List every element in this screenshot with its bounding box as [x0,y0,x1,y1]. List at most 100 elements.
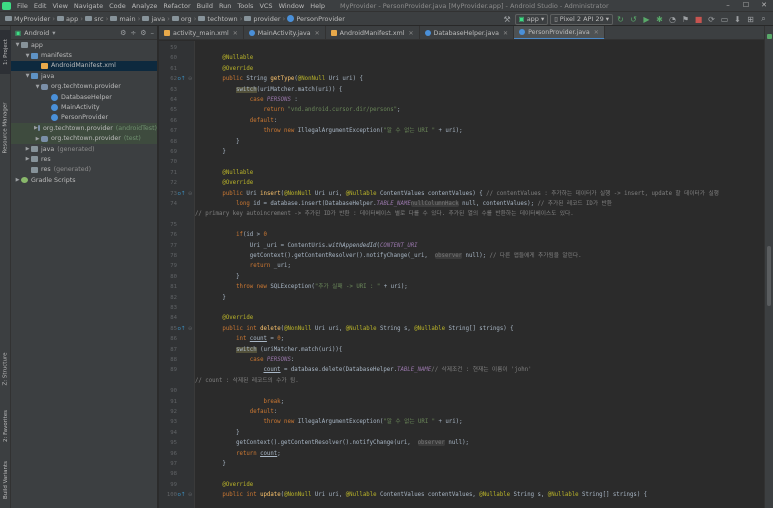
breadcrumb-item[interactable]: src [83,15,106,23]
close-button[interactable]: ✕ [755,0,773,11]
breadcrumb-item[interactable]: org [170,15,194,23]
editor-scrollbar[interactable] [767,76,771,508]
breadcrumb-item[interactable]: MyProvider [3,15,52,23]
line-number: 99 [170,481,177,488]
chevron-down-icon[interactable]: ▼ [24,53,31,59]
chevron-down-icon[interactable]: ▼ [24,73,31,79]
tree-item[interactable]: res (generated) [11,165,157,175]
breadcrumb-item[interactable]: provider [242,15,282,23]
breadcrumb-item[interactable]: PersonProvider [285,15,347,23]
sync-gradle-icon[interactable]: ⟳ [706,14,717,25]
fold-icon[interactable]: ⊖ [188,490,193,500]
tab-personprovider-java[interactable]: PersonProvider.java ✕ [514,26,605,39]
chevron-down-icon[interactable]: ▼ [14,42,21,48]
chevron-right-icon[interactable]: ▶ [24,156,31,162]
apply-code-changes-icon[interactable]: ↺ [628,14,639,25]
tab-build-variants[interactable]: Build Variants [0,456,11,504]
menu-file[interactable]: File [14,2,31,10]
chevron-down-icon[interactable]: ▾ [52,29,55,37]
tree-item[interactable]: AndroidManifest.xml [11,60,157,72]
chevron-down-icon[interactable]: ▼ [34,84,41,90]
minimize-button[interactable]: – [719,0,737,11]
menu-window[interactable]: Window [276,2,308,10]
stop-icon[interactable]: ■ [693,14,704,25]
chevron-right-icon[interactable]: ▶ [14,177,21,183]
chevron-right-icon[interactable]: ▶ [34,136,41,142]
menu-refactor[interactable]: Refactor [160,2,193,10]
profile-icon[interactable]: ◔ [667,14,678,25]
run-config-dropdown[interactable]: ▣ app ▾ [514,13,549,25]
chevron-right-icon[interactable]: ▶ [24,146,31,152]
close-tab-icon[interactable]: ✕ [503,30,508,37]
tab-androidmanifest-xml[interactable]: AndroidManifest.xml ✕ [326,26,420,39]
hide-icon[interactable]: – [151,29,155,37]
menu-view[interactable]: View [49,2,70,10]
maximize-button[interactable]: ☐ [737,0,755,11]
tab-resource-manager[interactable]: Resource Manager [0,96,11,160]
menu-navigate[interactable]: Navigate [71,2,106,10]
gear-icon[interactable]: ⚙ [120,29,126,37]
tab-favorites[interactable]: 2: Favorites [0,401,11,451]
layout-inspector-icon[interactable]: ⊞ [745,14,756,25]
settings-icon[interactable]: ⚙ [140,29,146,37]
tab-activity-main-xml[interactable]: activity_main.xml ✕ [159,26,244,39]
menu-edit[interactable]: Edit [31,2,50,10]
tree-item[interactable]: ▼ app [11,40,157,50]
override-marker-icon[interactable]: o↑ [177,74,186,84]
override-marker-icon[interactable]: o↑ [177,324,186,334]
tree-item[interactable]: ▼ java [11,71,157,81]
menu-analyze[interactable]: Analyze [129,2,161,10]
avd-manager-icon[interactable]: ▭ [719,14,730,25]
debug-icon[interactable]: ✱ [654,14,665,25]
fold-icon[interactable]: ⊖ [188,189,193,199]
close-tab-icon[interactable]: ✕ [594,29,599,36]
menu-code[interactable]: Code [106,2,129,10]
breadcrumb-item[interactable]: main [108,15,137,23]
override-marker-icon[interactable]: o↑ [177,189,186,199]
close-tab-icon[interactable]: ✕ [233,30,238,37]
apply-changes-icon[interactable]: ↻ [615,14,626,25]
breadcrumb-item[interactable]: app [55,15,80,23]
tree-item[interactable]: ▼ manifests [11,50,157,60]
run-icon[interactable]: ▶ [641,14,652,25]
menu-help[interactable]: Help [307,2,328,10]
tree-item[interactable]: PersonProvider [11,113,157,123]
tree-item[interactable]: ▼ org.techtown.provider [11,82,157,92]
tree-item[interactable]: ▶ org.techtown.provider (androidTest) [11,123,157,134]
no-problems-icon[interactable] [767,34,772,39]
override-marker-icon[interactable]: o↑ [177,490,186,500]
collapse-all-icon[interactable]: ÷ [130,29,136,37]
breadcrumb-item[interactable]: techtown [196,15,239,23]
close-tab-icon[interactable]: ✕ [409,30,414,37]
tree-item[interactable]: MainActivity [11,102,157,112]
tree-item[interactable]: ▶ java (generated) [11,144,157,154]
sdk-manager-icon[interactable]: ⬇ [732,14,743,25]
attach-debugger-icon[interactable]: ⚑ [680,14,691,25]
tree-item[interactable]: ▶ org.techtown.provider (test) [11,133,157,144]
menu-build[interactable]: Build [194,2,216,10]
editor-gutter[interactable]: 59 60 61 62 o↑ ⊖ 63 64 65 66 67 68 69 70 71 72 73 o↑ ⊖ 74 75… [159,41,195,508]
hammer-icon[interactable]: ⚒ [502,14,513,25]
tab-structure[interactable]: Z: Structure [0,344,11,394]
fold-icon[interactable]: ⊖ [188,74,193,84]
menu-tools[interactable]: Tools [234,2,256,10]
gradle-icon [21,177,28,184]
tab-databasehelper-java[interactable]: DatabaseHelper.java ✕ [420,26,515,39]
close-tab-icon[interactable]: ✕ [315,30,320,37]
tree-item[interactable]: ▶ res [11,154,157,164]
tree-item[interactable]: DatabaseHelper [11,92,157,102]
scrollbar-thumb[interactable] [767,246,771,306]
menu-vcs[interactable]: VCS [256,2,275,10]
project-view-dropdown[interactable]: Android [24,29,49,37]
breadcrumb-item[interactable]: java [140,15,167,23]
device-dropdown[interactable]: ▯ Pixel 2 API 29 ▾ [550,13,613,25]
tab-mainactivity-java[interactable]: MainActivity.java ✕ [244,26,326,39]
code-token: switch [236,346,257,353]
tree-item[interactable]: ▶ Gradle Scripts [11,175,157,185]
code-editor[interactable]: @Nullable @Override public String getTyp… [195,41,764,508]
search-icon[interactable]: ⌕ [758,14,769,25]
fold-icon[interactable]: ⊖ [188,324,193,334]
menu-run[interactable]: Run [216,2,234,10]
tab-project[interactable]: 1: Project [0,30,11,74]
